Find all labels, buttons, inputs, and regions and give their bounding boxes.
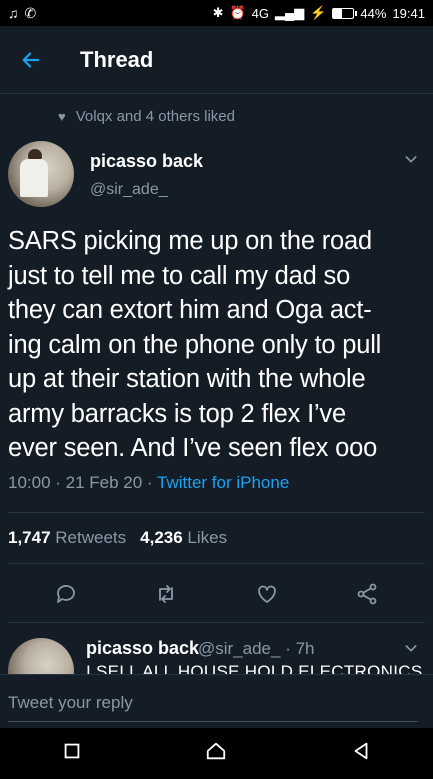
back-arrow-icon[interactable] bbox=[0, 49, 62, 71]
divider bbox=[8, 563, 425, 564]
tweet-line: they can extort him and Oga act- bbox=[8, 296, 372, 324]
chevron-down-icon[interactable] bbox=[403, 151, 419, 172]
share-icon[interactable] bbox=[355, 582, 379, 611]
tweet-line: SARS picking me up on the road bbox=[8, 227, 372, 255]
tweet-actions bbox=[0, 574, 433, 618]
heart-icon: ♥ bbox=[58, 109, 66, 124]
signal-label: 4G bbox=[251, 5, 270, 21]
reply-composer[interactable]: Tweet your reply bbox=[0, 674, 433, 728]
status-left: ♫ ✆ bbox=[8, 5, 36, 22]
tweet-source-link[interactable]: Twitter for iPhone bbox=[157, 473, 289, 492]
battery-icon bbox=[332, 7, 358, 19]
tweet-text: SARS picking me up on the road just to t… bbox=[8, 224, 424, 466]
page-title: Thread bbox=[80, 46, 154, 72]
tweet-line: ever seen. And I’ve seen flex ooo bbox=[8, 434, 378, 462]
likes-count[interactable]: 4,236 Likes bbox=[140, 528, 227, 548]
reply-text: I SELL ALL HOUSE HOLD ELECTRONICS bbox=[86, 662, 423, 674]
app-header: Thread bbox=[0, 26, 433, 94]
divider bbox=[8, 512, 425, 513]
reply-tweet[interactable]: picasso back @sir_ade_ · 7h I SELL ALL H… bbox=[0, 622, 433, 674]
tweet-meta: 10:00 · 21 Feb 20 · Twitter for iPhone bbox=[8, 473, 289, 493]
tweet-line: ing calm on the phone only to pull bbox=[8, 330, 382, 359]
tweet-line: up at their station with the whole bbox=[8, 365, 366, 393]
retweets-count[interactable]: 1,747 Retweets bbox=[8, 528, 126, 548]
battery-percent: 44% bbox=[360, 5, 387, 21]
charging-icon: ⚡ bbox=[310, 5, 327, 20]
like-icon[interactable] bbox=[255, 582, 279, 611]
author-handle[interactable]: @sir_ade_ bbox=[90, 181, 168, 199]
chevron-down-icon[interactable] bbox=[403, 640, 419, 661]
system-nav-bar bbox=[0, 728, 433, 779]
whatsapp-icon: ✆ bbox=[24, 4, 37, 21]
input-underline bbox=[8, 721, 418, 722]
reply-author-name[interactable]: picasso back bbox=[86, 638, 199, 659]
tweet-timestamp: 10:00 · 21 Feb 20 · bbox=[8, 473, 158, 492]
social-context-text: Volqx and 4 others liked bbox=[75, 108, 235, 125]
retweet-icon[interactable] bbox=[154, 582, 178, 611]
reply-icon[interactable] bbox=[54, 582, 78, 611]
recents-icon[interactable] bbox=[61, 740, 83, 767]
home-icon[interactable] bbox=[205, 740, 227, 767]
reply-author-handle: @sir_ade_ · 7h bbox=[198, 639, 315, 658]
status-bar: ♫ ✆ ✱ ⏰ 4G ▂▄▆ ⚡ 44% 19:41 bbox=[0, 0, 433, 26]
status-right: ✱ ⏰ 4G ▂▄▆ ⚡ 44% 19:41 bbox=[213, 5, 425, 21]
signal-icon: ▂▄▆ bbox=[275, 5, 305, 20]
bluetooth-icon: ✱ bbox=[212, 5, 224, 20]
avatar[interactable] bbox=[8, 638, 74, 674]
avatar[interactable] bbox=[8, 141, 74, 207]
back-icon[interactable] bbox=[350, 740, 372, 767]
tweet-line: army barracks is top 2 flex I’ve bbox=[8, 399, 346, 428]
alarm-icon: ⏰ bbox=[229, 5, 246, 20]
music-icon: ♫ bbox=[8, 5, 19, 21]
tweet-line: just to tell me to call my dad so bbox=[8, 261, 351, 290]
clock: 19:41 bbox=[392, 5, 425, 21]
reply-input[interactable]: Tweet your reply bbox=[8, 693, 133, 713]
engagement-counts: 1,747 Retweets 4,236 Likes bbox=[8, 528, 227, 548]
social-context[interactable]: ♥ Volqx and 4 others liked bbox=[58, 108, 235, 125]
author-name[interactable]: picasso back bbox=[90, 151, 203, 172]
